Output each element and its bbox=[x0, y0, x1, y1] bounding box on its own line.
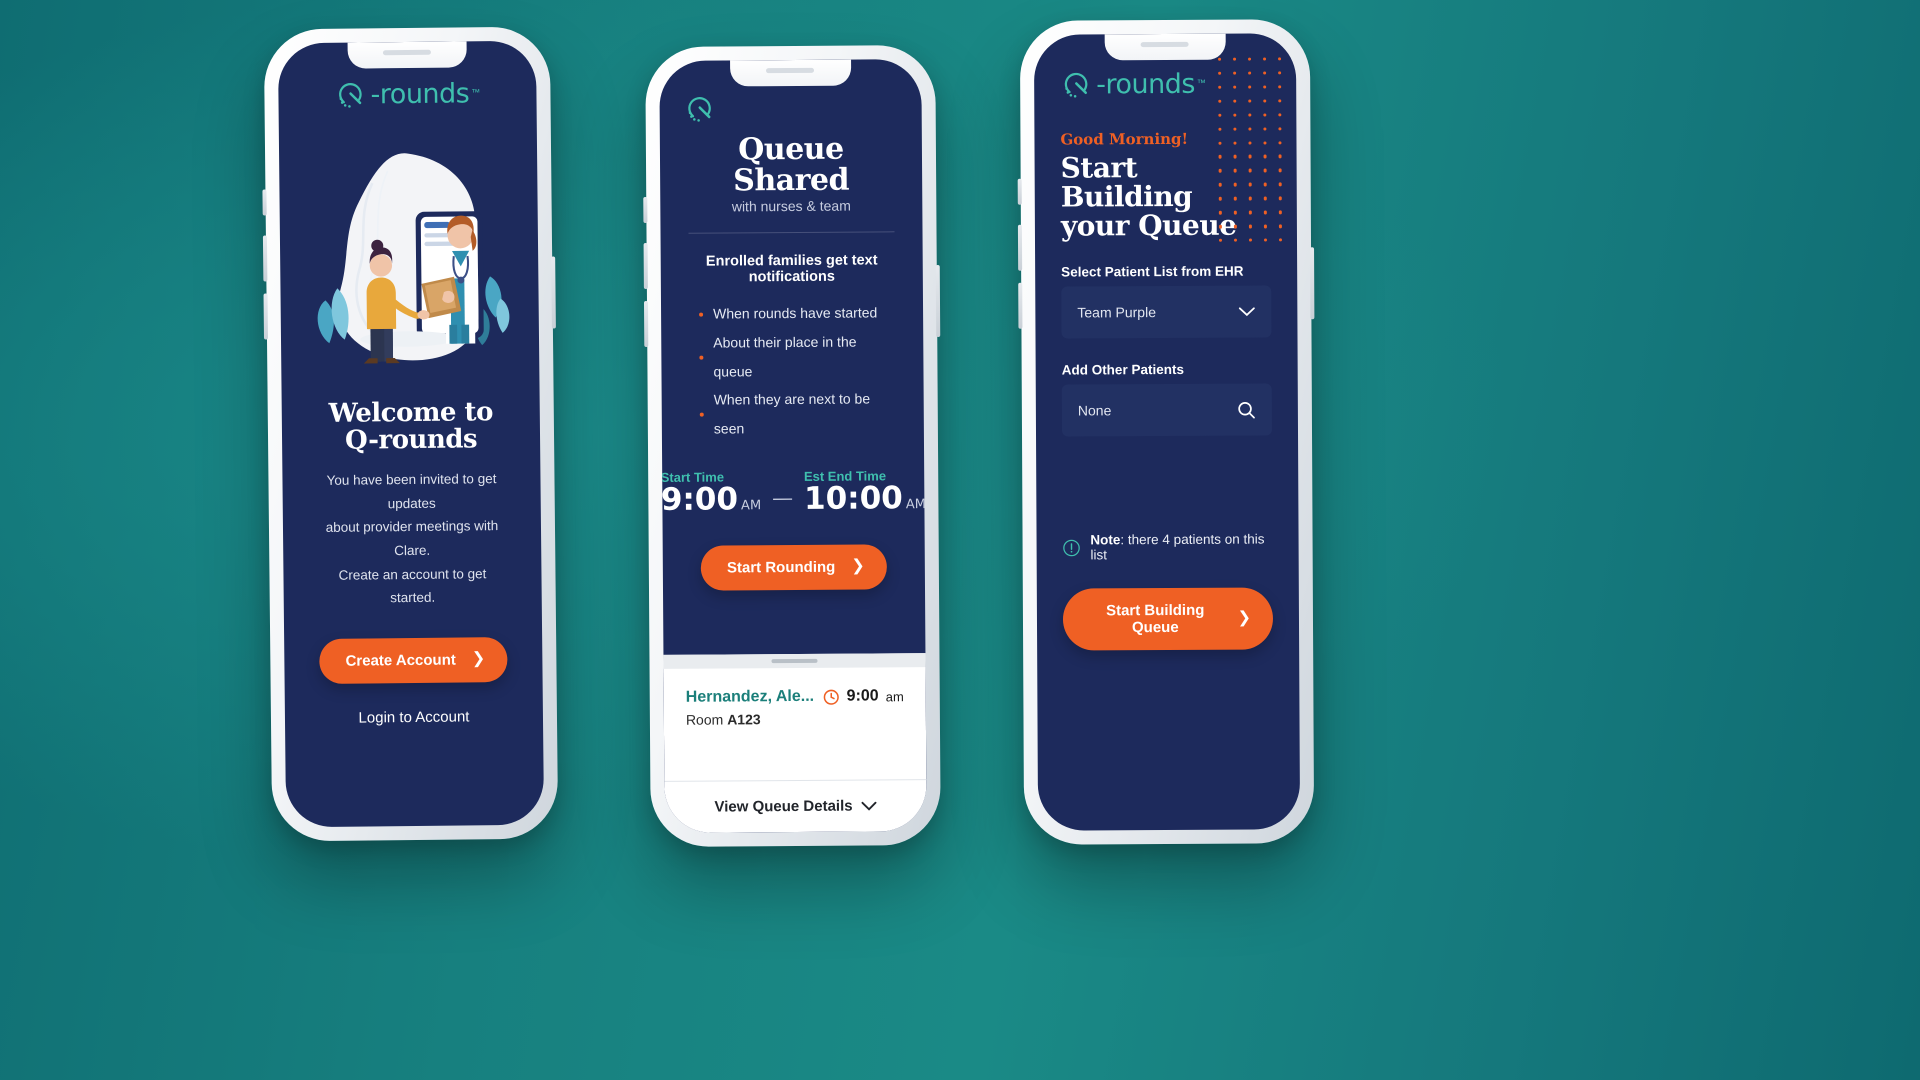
screen-queue-shared: Queue Shared with nurses & team Enrolled… bbox=[659, 59, 927, 833]
start-rounding-label: Start Rounding bbox=[726, 558, 836, 577]
note-prefix: Note bbox=[1090, 532, 1121, 548]
brand-trademark: ™ bbox=[471, 87, 481, 98]
patient-name: Hernandez, Ale... bbox=[685, 687, 815, 706]
page-subtitle: with nurses & team bbox=[731, 197, 851, 215]
start-building-queue-label: Start Building Queue bbox=[1106, 602, 1205, 637]
chevron-right-icon: ❯ bbox=[851, 557, 865, 575]
list-item: When rounds have started bbox=[699, 299, 899, 329]
start-time-suffix: AM bbox=[740, 498, 762, 514]
phone-mockup-queue-shared: Queue Shared with nurses & team Enrolled… bbox=[643, 44, 941, 848]
q-rounds-logo-icon bbox=[339, 83, 362, 108]
add-patients-search-input[interactable]: None bbox=[1061, 383, 1273, 437]
brand-logo bbox=[684, 89, 898, 124]
divider bbox=[688, 231, 895, 235]
login-to-account-link[interactable]: Login to Account bbox=[311, 708, 517, 727]
brand-name: -rounds bbox=[1096, 68, 1195, 100]
end-time-suffix: AM bbox=[905, 496, 926, 513]
add-patients-field: Add Other Patients None bbox=[1061, 362, 1273, 437]
body-line-2: about provider meetings with Clare. bbox=[325, 518, 499, 559]
room-value: A123 bbox=[727, 711, 761, 728]
start-time-block: Start Time 9:00 AM bbox=[660, 469, 762, 518]
rounding-time-range: Start Time 9:00 AM — Est End Time 10:00 AM bbox=[661, 468, 926, 518]
q-rounds-logo-icon bbox=[688, 97, 711, 122]
list-item: About their place in the queue bbox=[699, 327, 899, 386]
add-patients-label: Add Other Patients bbox=[1061, 362, 1184, 378]
bullet-dot-icon bbox=[699, 312, 704, 317]
patient-time-value: 9:00 bbox=[846, 687, 879, 705]
clock-icon bbox=[823, 689, 839, 705]
view-queue-details-label: View Queue Details bbox=[714, 797, 853, 816]
info-exclamation-icon bbox=[1063, 539, 1080, 557]
phone-notch bbox=[1104, 33, 1226, 61]
end-time-value: 10:00 AM bbox=[803, 480, 926, 517]
end-time-block: Est End Time 10:00 AM bbox=[803, 468, 926, 517]
phone-notch bbox=[347, 41, 467, 69]
bullet-label: When they are next to be seen bbox=[713, 390, 871, 437]
phone-mockup-welcome: -rounds ™ Welcome to Q-rounds You have b… bbox=[262, 26, 559, 842]
q-rounds-logo-icon bbox=[1064, 72, 1088, 98]
start-building-queue-button[interactable]: Start Building Queue ❯ bbox=[1062, 587, 1274, 651]
patient-time-suffix: am bbox=[885, 688, 904, 704]
add-patients-value: None bbox=[1077, 402, 1112, 419]
chevron-down-icon bbox=[1238, 307, 1255, 316]
notification-bullet-list: When rounds have started About their pla… bbox=[699, 299, 900, 444]
brand-name: -rounds bbox=[370, 77, 470, 110]
welcome-body-text: You have been invited to get updates abo… bbox=[308, 467, 515, 611]
screen-welcome: -rounds ™ Welcome to Q-rounds You have b… bbox=[277, 40, 545, 828]
start-rounding-button[interactable]: Start Rounding ❯ bbox=[700, 544, 887, 591]
brand-logo: -rounds ™ bbox=[304, 75, 510, 111]
body-line-1: You have been invited to get updates bbox=[326, 471, 497, 511]
decorative-dot-grid bbox=[1218, 57, 1285, 243]
patient-list-field: Select Patient List from EHR Team Purple bbox=[1061, 263, 1272, 339]
patient-list-label: Select Patient List from EHR bbox=[1061, 263, 1244, 280]
note-text: Note: there 4 patients on this list bbox=[1090, 532, 1272, 563]
bullet-label: When rounds have started bbox=[713, 304, 878, 322]
bullet-dot-icon bbox=[699, 355, 704, 360]
chevron-right-icon: ❯ bbox=[471, 650, 486, 668]
time-range-dash: — bbox=[773, 487, 793, 509]
chevron-right-icon: ❯ bbox=[1237, 609, 1252, 627]
page-background: -rounds ™ Welcome to Q-rounds You have b… bbox=[0, 0, 1920, 1080]
patient-list-select[interactable]: Team Purple bbox=[1061, 285, 1272, 339]
list-item: When they are next to be seen bbox=[699, 385, 900, 444]
start-time-value: 9:00 AM bbox=[660, 481, 762, 518]
view-queue-details-button[interactable]: View Queue Details bbox=[664, 779, 927, 833]
room-label: Room bbox=[685, 711, 724, 728]
bullet-label: About their place in the queue bbox=[713, 333, 857, 380]
welcome-illustration bbox=[305, 123, 514, 397]
queue-bottom-sheet: Hernandez, Ale... 9:00 am Room A123 View… bbox=[663, 653, 927, 833]
page-title: Welcome to Q-rounds bbox=[328, 397, 493, 456]
bullet-dot-icon bbox=[699, 412, 704, 417]
brand-trademark: ™ bbox=[1196, 77, 1206, 88]
phone-mockup-build-queue: -rounds ™ Good Morning! Start Building y… bbox=[1017, 19, 1315, 845]
screen-build-queue: -rounds ™ Good Morning! Start Building y… bbox=[1033, 33, 1301, 831]
patient-room: Room A123 bbox=[686, 710, 904, 728]
notifications-lead-text: Enrolled families get text notifications bbox=[705, 252, 878, 286]
page-title: Queue Shared bbox=[733, 131, 850, 199]
phone-notch bbox=[730, 59, 851, 87]
search-icon[interactable] bbox=[1237, 400, 1256, 419]
patient-list-value: Team Purple bbox=[1077, 304, 1157, 321]
patient-time: 9:00 am bbox=[823, 687, 904, 706]
create-account-label: Create Account bbox=[345, 651, 456, 670]
sheet-grabber-handle[interactable] bbox=[771, 658, 818, 664]
patient-card[interactable]: Hernandez, Ale... 9:00 am Room A123 bbox=[664, 667, 926, 728]
list-note: Note: there 4 patients on this list bbox=[1063, 532, 1273, 563]
create-account-button[interactable]: Create Account ❯ bbox=[319, 636, 508, 684]
chevron-down-icon bbox=[861, 801, 877, 811]
body-line-3: Create an account to get started. bbox=[338, 565, 487, 606]
